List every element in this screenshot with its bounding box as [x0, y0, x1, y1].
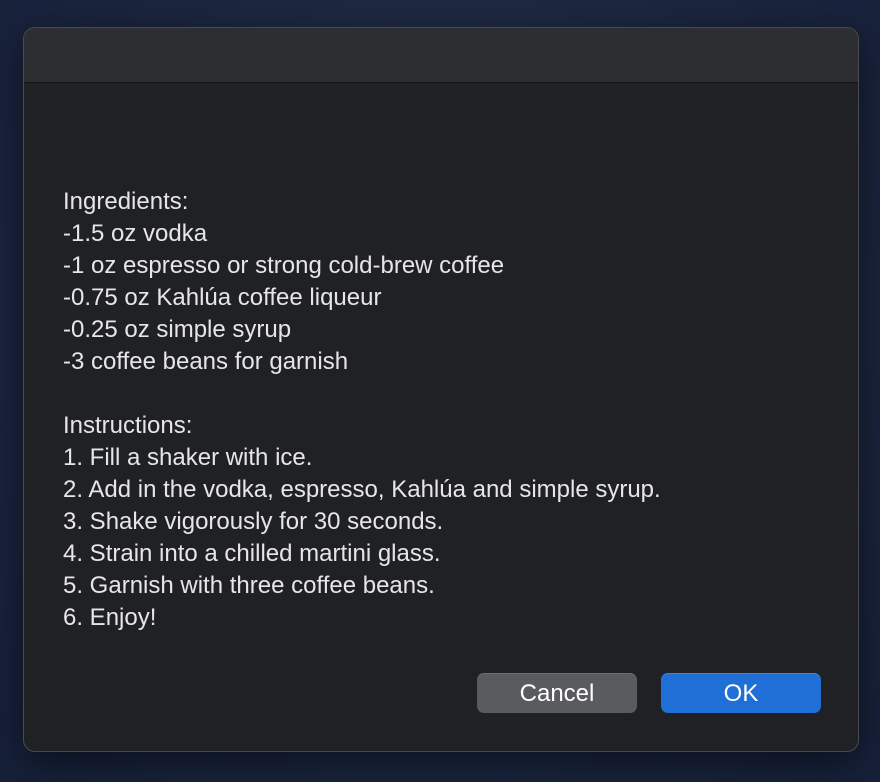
instruction-step: 1. Fill a shaker with ice.: [63, 444, 313, 471]
instruction-step: 3. Shake vigorously for 30 seconds.: [63, 508, 444, 535]
ok-button[interactable]: OK: [661, 673, 821, 713]
ingredient-item: -3 coffee beans for garnish: [63, 348, 349, 375]
cancel-button[interactable]: Cancel: [477, 673, 637, 713]
ingredients-heading: Ingredients:: [63, 188, 189, 215]
dialog-button-row: Cancel OK: [477, 673, 821, 713]
instruction-step: 2. Add in the vodka, espresso, Kahlúa an…: [63, 476, 661, 503]
ingredient-item: -1 oz espresso or strong cold-brew coffe…: [63, 252, 505, 279]
instructions-heading: Instructions:: [63, 412, 193, 439]
dialog-titlebar[interactable]: [24, 28, 858, 83]
ingredient-item: -0.25 oz simple syrup: [63, 316, 292, 343]
instruction-step: 6. Enjoy!: [63, 604, 157, 631]
dialog-message: Ingredients: -1.5 oz vodka -1 oz espress…: [63, 186, 828, 634]
instruction-step: 4. Strain into a chilled martini glass.: [63, 540, 441, 567]
instruction-step: 5. Garnish with three coffee beans.: [63, 572, 435, 599]
recipe-dialog: Ingredients: -1.5 oz vodka -1 oz espress…: [23, 27, 859, 752]
ingredient-item: -1.5 oz vodka: [63, 220, 208, 247]
ingredient-item: -0.75 oz Kahlúa coffee liqueur: [63, 284, 382, 311]
